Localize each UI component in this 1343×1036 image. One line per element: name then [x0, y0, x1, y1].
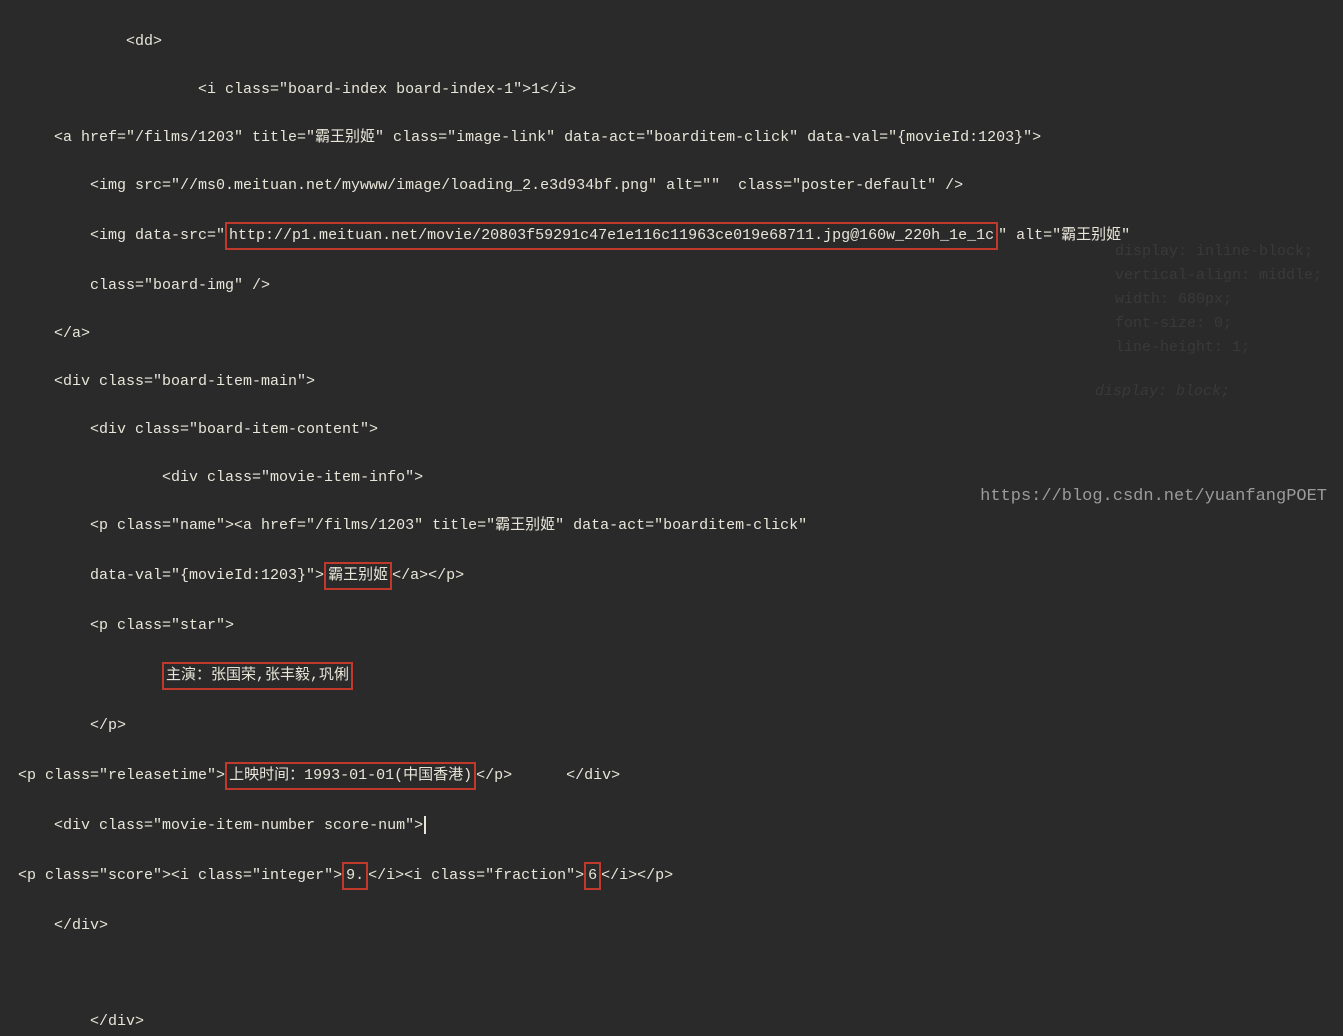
highlight-stars: 主演：张国荣,张丰毅,巩俐: [162, 662, 353, 690]
line-div-main: <div class="board-item-main">: [0, 370, 1343, 394]
highlight-releasetime: 上映时间：1993-01-01(中国香港): [225, 762, 476, 790]
line-dd: <dd>: [0, 30, 1343, 54]
line-p-name2: data-val="{movieId:1203}">霸王别姬</a></p>: [0, 562, 1343, 590]
line-blank: [0, 962, 1343, 986]
line-a-close: </a>: [0, 322, 1343, 346]
watermark: https://blog.csdn.net/yuanfangPOET: [980, 483, 1327, 510]
line-close2: </div>: [0, 1010, 1343, 1034]
line-star-close: </p>: [0, 714, 1343, 738]
line-p-star: <p class="star">: [0, 614, 1343, 638]
code-viewer: <dd> <i class="board-index board-index-1…: [0, 0, 1343, 1036]
highlight-score-integer: 9.: [342, 862, 368, 890]
line-star-text: 主演：张国荣,张丰毅,巩俐: [0, 662, 1343, 690]
line-a-open: <a href="/films/1203" title="霸王别姬" class…: [0, 126, 1343, 150]
line-img1: <img src="//ms0.meituan.net/mywww/image/…: [0, 174, 1343, 198]
line-score: <p class="score"><i class="integer">9.</…: [0, 862, 1343, 890]
line-board-index: <i class="board-index board-index-1">1</…: [0, 78, 1343, 102]
highlight-movie-title: 霸王别姬: [324, 562, 392, 590]
line-img2: <img data-src="http://p1.meituan.net/mov…: [0, 222, 1343, 250]
line-release: <p class="releasetime">上映时间：1993-01-01(中…: [0, 762, 1343, 790]
line-img2b: class="board-img" />: [0, 274, 1343, 298]
highlight-score-fraction: 6: [584, 862, 601, 890]
line-close1: </div>: [0, 914, 1343, 938]
line-score-div: <div class="movie-item-number score-num"…: [0, 814, 1343, 838]
text-cursor: [424, 816, 426, 834]
highlight-img-url: http://p1.meituan.net/movie/20803f59291c…: [225, 222, 998, 250]
line-div-content: <div class="board-item-content">: [0, 418, 1343, 442]
